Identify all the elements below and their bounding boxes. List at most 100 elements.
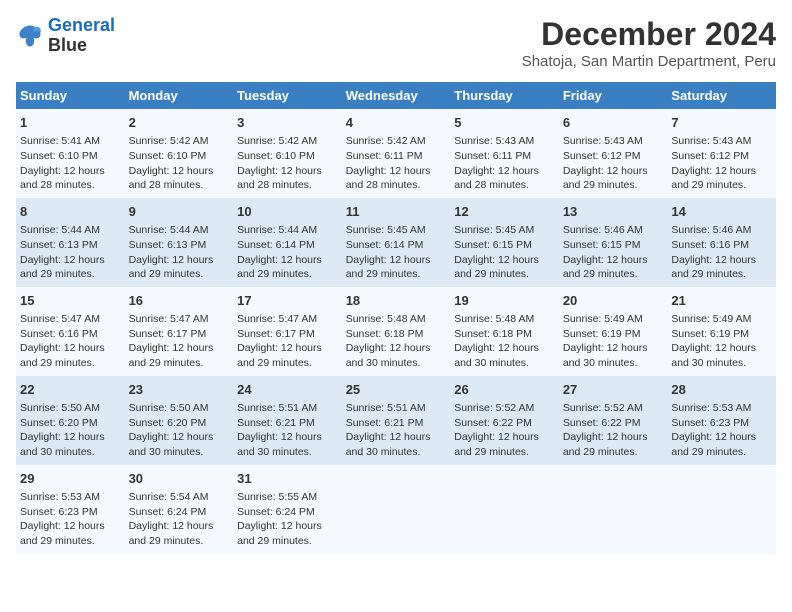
logo-line1: General	[48, 15, 115, 35]
logo-line2: Blue	[48, 36, 115, 56]
day-info-line: Sunset: 6:24 PM	[237, 505, 338, 520]
day-info-line: Daylight: 12 hours	[563, 430, 664, 445]
calendar-cell: 30Sunrise: 5:54 AMSunset: 6:24 PMDayligh…	[125, 465, 234, 554]
weekday-header: Tuesday	[233, 82, 342, 109]
day-info-line: and 30 minutes.	[454, 356, 555, 371]
day-number: 20	[563, 292, 664, 310]
day-info-line: Sunrise: 5:44 AM	[237, 223, 338, 238]
day-info-line: Sunset: 6:22 PM	[563, 416, 664, 431]
day-info-line: and 29 minutes.	[20, 534, 121, 549]
day-number: 26	[454, 381, 555, 399]
day-info-line: and 29 minutes.	[671, 178, 772, 193]
day-info-line: Sunset: 6:17 PM	[129, 327, 230, 342]
day-info-line: and 29 minutes.	[346, 267, 447, 282]
day-info-line: Daylight: 12 hours	[346, 253, 447, 268]
day-info-line: Daylight: 12 hours	[454, 253, 555, 268]
calendar-cell: 9Sunrise: 5:44 AMSunset: 6:13 PMDaylight…	[125, 198, 234, 287]
day-info-line: Daylight: 12 hours	[671, 341, 772, 356]
logo: General Blue	[16, 16, 115, 56]
day-info-line: and 28 minutes.	[20, 178, 121, 193]
day-number: 21	[671, 292, 772, 310]
day-info-line: Daylight: 12 hours	[346, 341, 447, 356]
day-info-line: Sunrise: 5:55 AM	[237, 490, 338, 505]
day-number: 2	[129, 114, 230, 132]
day-number: 1	[20, 114, 121, 132]
day-info-line: Daylight: 12 hours	[20, 430, 121, 445]
day-info-line: Daylight: 12 hours	[129, 253, 230, 268]
day-info-line: Daylight: 12 hours	[20, 341, 121, 356]
day-info-line: and 30 minutes.	[346, 356, 447, 371]
day-info-line: Sunrise: 5:44 AM	[129, 223, 230, 238]
day-number: 28	[671, 381, 772, 399]
day-number: 10	[237, 203, 338, 221]
day-number: 8	[20, 203, 121, 221]
day-info-line: Daylight: 12 hours	[454, 341, 555, 356]
day-info-line: Sunrise: 5:43 AM	[563, 134, 664, 149]
day-info-line: Daylight: 12 hours	[237, 341, 338, 356]
calendar-cell: 10Sunrise: 5:44 AMSunset: 6:14 PMDayligh…	[233, 198, 342, 287]
calendar-cell: 13Sunrise: 5:46 AMSunset: 6:15 PMDayligh…	[559, 198, 668, 287]
day-info-line: and 29 minutes.	[563, 445, 664, 460]
calendar-cell: 6Sunrise: 5:43 AMSunset: 6:12 PMDaylight…	[559, 109, 668, 198]
day-info-line: Sunrise: 5:42 AM	[129, 134, 230, 149]
calendar-cell: 21Sunrise: 5:49 AMSunset: 6:19 PMDayligh…	[667, 287, 776, 376]
day-number: 7	[671, 114, 772, 132]
day-info-line: Daylight: 12 hours	[563, 253, 664, 268]
day-number: 13	[563, 203, 664, 221]
day-info-line: and 30 minutes.	[20, 445, 121, 460]
day-info-line: and 30 minutes.	[671, 356, 772, 371]
day-info-line: Sunset: 6:23 PM	[671, 416, 772, 431]
day-info-line: Daylight: 12 hours	[129, 164, 230, 179]
title-block: December 2024 Shatoja, San Martin Depart…	[522, 16, 776, 70]
calendar-cell: 11Sunrise: 5:45 AMSunset: 6:14 PMDayligh…	[342, 198, 451, 287]
day-info-line: Sunset: 6:18 PM	[454, 327, 555, 342]
day-info-line: Sunrise: 5:43 AM	[671, 134, 772, 149]
day-info-line: and 29 minutes.	[671, 267, 772, 282]
day-info-line: Sunset: 6:12 PM	[563, 149, 664, 164]
day-info-line: Sunset: 6:23 PM	[20, 505, 121, 520]
day-info-line: Sunrise: 5:51 AM	[237, 401, 338, 416]
day-info-line: Sunrise: 5:52 AM	[454, 401, 555, 416]
day-info-line: and 29 minutes.	[671, 445, 772, 460]
day-info-line: Daylight: 12 hours	[20, 253, 121, 268]
weekday-header: Thursday	[450, 82, 559, 109]
calendar-cell: 26Sunrise: 5:52 AMSunset: 6:22 PMDayligh…	[450, 376, 559, 465]
day-number: 6	[563, 114, 664, 132]
day-info-line: Sunset: 6:21 PM	[346, 416, 447, 431]
day-info-line: Sunrise: 5:46 AM	[563, 223, 664, 238]
day-info-line: Daylight: 12 hours	[671, 164, 772, 179]
day-info-line: Sunrise: 5:41 AM	[20, 134, 121, 149]
day-info-line: and 30 minutes.	[237, 445, 338, 460]
day-info-line: and 29 minutes.	[563, 178, 664, 193]
day-info-line: Sunrise: 5:49 AM	[563, 312, 664, 327]
calendar-cell: 15Sunrise: 5:47 AMSunset: 6:16 PMDayligh…	[16, 287, 125, 376]
calendar-cell: 25Sunrise: 5:51 AMSunset: 6:21 PMDayligh…	[342, 376, 451, 465]
calendar-cell: 19Sunrise: 5:48 AMSunset: 6:18 PMDayligh…	[450, 287, 559, 376]
day-info-line: Daylight: 12 hours	[346, 430, 447, 445]
weekday-header: Friday	[559, 82, 668, 109]
day-info-line: Sunrise: 5:48 AM	[346, 312, 447, 327]
page-header: General Blue December 2024 Shatoja, San …	[16, 16, 776, 70]
day-info-line: Sunrise: 5:47 AM	[129, 312, 230, 327]
day-number: 29	[20, 470, 121, 488]
day-info-line: Sunset: 6:14 PM	[346, 238, 447, 253]
day-info-line: and 29 minutes.	[237, 267, 338, 282]
calendar-cell	[667, 465, 776, 554]
day-info-line: Sunrise: 5:48 AM	[454, 312, 555, 327]
day-info-line: Sunrise: 5:47 AM	[237, 312, 338, 327]
day-info-line: Daylight: 12 hours	[20, 164, 121, 179]
day-info-line: Sunset: 6:20 PM	[129, 416, 230, 431]
day-number: 11	[346, 203, 447, 221]
calendar-cell: 22Sunrise: 5:50 AMSunset: 6:20 PMDayligh…	[16, 376, 125, 465]
day-info-line: Sunrise: 5:45 AM	[454, 223, 555, 238]
day-number: 3	[237, 114, 338, 132]
calendar-week-row: 8Sunrise: 5:44 AMSunset: 6:13 PMDaylight…	[16, 198, 776, 287]
day-info-line: Sunset: 6:22 PM	[454, 416, 555, 431]
calendar-cell: 5Sunrise: 5:43 AMSunset: 6:11 PMDaylight…	[450, 109, 559, 198]
calendar-cell	[450, 465, 559, 554]
day-info-line: and 30 minutes.	[129, 445, 230, 460]
day-info-line: Daylight: 12 hours	[237, 253, 338, 268]
day-info-line: Sunset: 6:21 PM	[237, 416, 338, 431]
weekday-header: Sunday	[16, 82, 125, 109]
day-info-line: Sunrise: 5:52 AM	[563, 401, 664, 416]
